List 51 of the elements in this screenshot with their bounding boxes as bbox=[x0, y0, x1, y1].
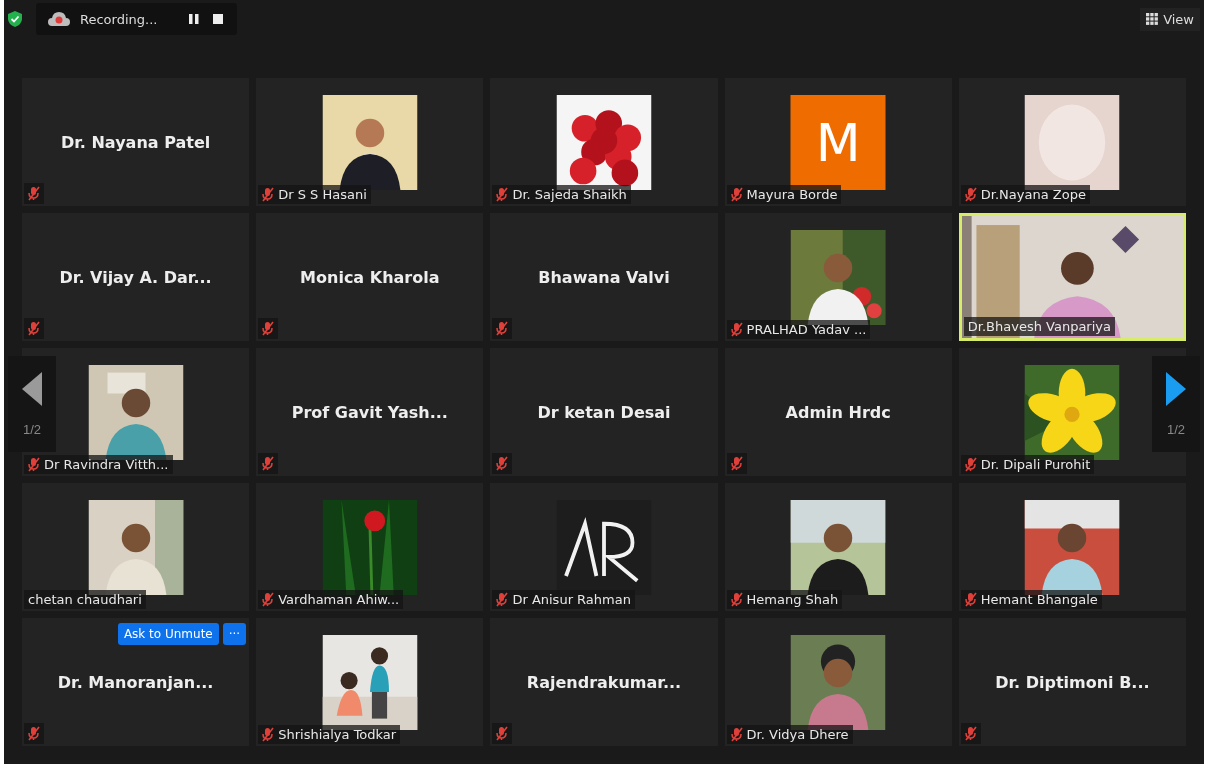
muted-mic-icon bbox=[496, 592, 509, 607]
name-label: Dr. Vidya Dhere bbox=[726, 725, 853, 744]
recording-indicator: Recording... bbox=[36, 3, 238, 35]
name-label: Mayura Borde bbox=[726, 185, 842, 204]
name-label: Dr S S Hasani bbox=[258, 185, 371, 204]
muted-mic-icon bbox=[730, 187, 743, 202]
muted-mic-icon bbox=[730, 592, 743, 607]
name-label: Dr.Bhavesh Vanpariya bbox=[963, 317, 1115, 336]
muted-mic-icon bbox=[262, 187, 275, 202]
participant-name: Dr. Diptimoni B... bbox=[995, 672, 1150, 692]
participant-name: Bhawana Valvi bbox=[538, 267, 670, 287]
left-arrow-icon bbox=[22, 371, 42, 406]
muted-mic-icon bbox=[964, 592, 977, 607]
shield-icon[interactable] bbox=[8, 11, 22, 27]
pause-button[interactable] bbox=[187, 12, 202, 26]
participant-name: Rajendrakumar... bbox=[526, 672, 682, 692]
participant-name: Prof Gavit Yash... bbox=[291, 402, 448, 422]
name-label: Dr Ravindra Vitth... bbox=[24, 455, 173, 474]
muted-mic-icon bbox=[262, 592, 275, 607]
participant-name: Dr. Manoranjan... bbox=[57, 672, 214, 692]
name-label: Shrishialya Todkar bbox=[258, 725, 401, 744]
muted-mic-icon bbox=[28, 457, 40, 472]
name-label: Hemant Bhangale bbox=[960, 590, 1102, 609]
grid-icon bbox=[1146, 13, 1159, 25]
right-arrow-icon bbox=[1166, 371, 1186, 406]
muted-mic-icon bbox=[964, 457, 977, 472]
participant-name: Dr. Vijay A. Dar... bbox=[59, 267, 212, 287]
cloud-icon bbox=[48, 12, 70, 26]
name-label: chetan chaudhari bbox=[24, 590, 146, 609]
name-label: PRALHAD Yadav ... bbox=[726, 320, 871, 339]
name-label: Dr Anisur Rahman bbox=[492, 590, 635, 609]
view-button[interactable]: View bbox=[1140, 7, 1200, 31]
participant-name: Dr. Nayana Patel bbox=[60, 132, 211, 152]
name-label: Vardhaman Ahiw... bbox=[258, 590, 404, 609]
avatar: M bbox=[790, 95, 886, 190]
participant-name: Monica Kharola bbox=[300, 267, 440, 287]
muted-mic-icon bbox=[964, 187, 977, 202]
muted-mic-icon bbox=[262, 727, 275, 742]
participant-name: Admin Hrdc bbox=[785, 402, 891, 422]
muted-mic-icon bbox=[730, 322, 743, 337]
muted-mic-icon bbox=[496, 187, 509, 202]
name-label: Hemang Shah bbox=[726, 590, 843, 609]
name-label: Dr.Nayana Zope bbox=[960, 185, 1090, 204]
ask-to-unmute-button[interactable]: Ask to Unmute bbox=[117, 623, 219, 645]
name-label: Dr. Sajeda Shaikh bbox=[492, 185, 631, 204]
more-button[interactable]: ··· bbox=[222, 623, 247, 645]
participant-name: Dr ketan Desai bbox=[537, 402, 671, 422]
name-label: Dr. Dipali Purohit bbox=[960, 455, 1095, 474]
next-page-button[interactable]: 1/2 bbox=[1152, 356, 1200, 452]
stop-button[interactable] bbox=[211, 12, 226, 26]
muted-mic-icon bbox=[730, 727, 743, 742]
